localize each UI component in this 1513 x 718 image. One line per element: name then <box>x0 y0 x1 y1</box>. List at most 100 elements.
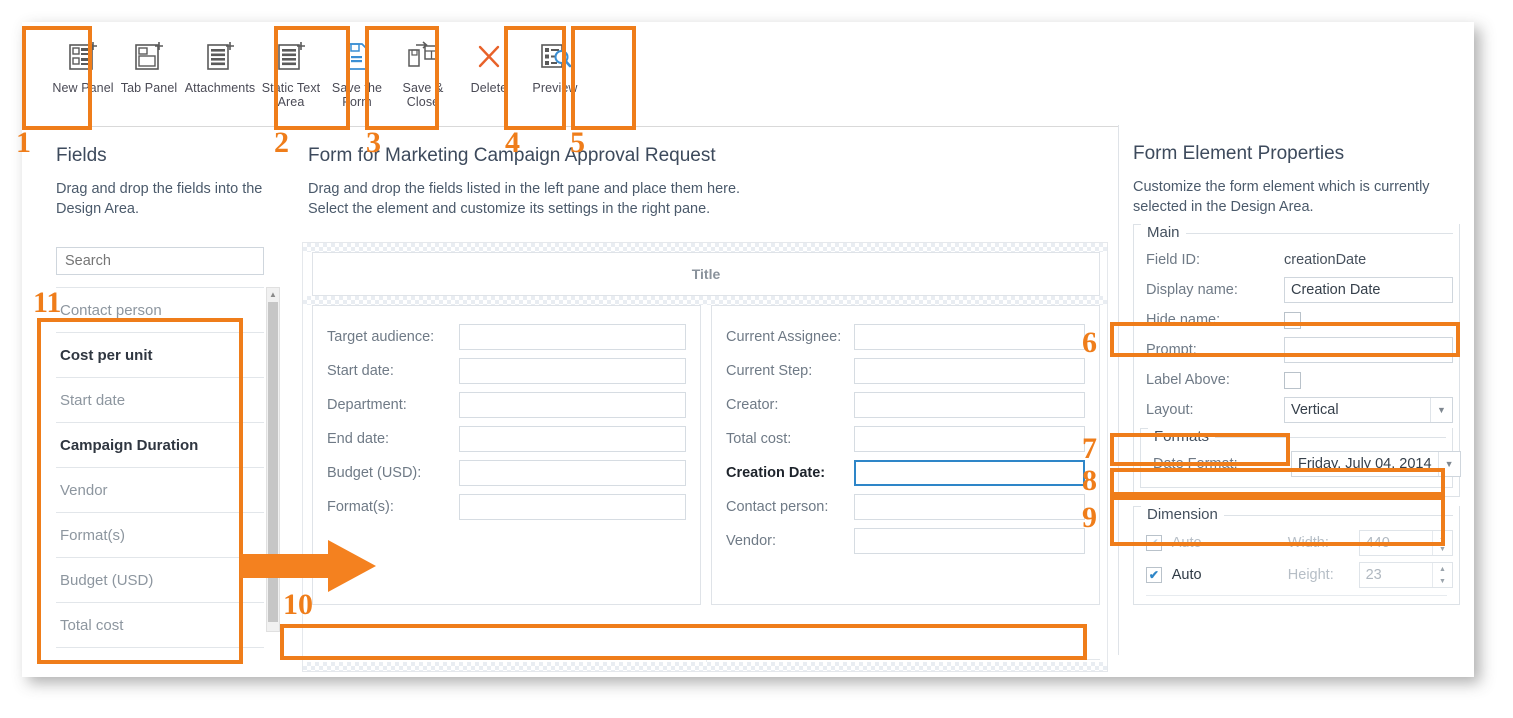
chevron-down-icon[interactable]: ▼ <box>1430 398 1452 422</box>
hide-name-checkbox[interactable] <box>1284 311 1301 329</box>
static-text-area-button[interactable]: Static Text Area <box>258 28 324 120</box>
form-field-input[interactable] <box>459 494 686 520</box>
form-field-row[interactable]: Current Assignee: <box>726 320 1085 354</box>
field-list-scrollbar[interactable]: ▲ <box>266 287 280 632</box>
form-field-input[interactable] <box>459 460 686 486</box>
chevron-down-icon[interactable]: ▼ <box>1437 452 1460 476</box>
group-corner <box>1140 428 1148 437</box>
form-field-row[interactable]: Current Step: <box>726 354 1085 388</box>
list-item[interactable]: Format(s) <box>56 513 264 558</box>
form-panel-right[interactable]: Current Assignee: Current Step: Creator: <box>711 305 1100 605</box>
form-field-input[interactable] <box>459 426 686 452</box>
width-auto-checkbox[interactable]: ✔ <box>1146 535 1162 551</box>
display-name-row: Display name: Creation Date <box>1140 275 1453 305</box>
search-input[interactable] <box>56 247 264 275</box>
form-field-row[interactable]: Budget (USD): <box>327 456 686 490</box>
new-panel-button[interactable]: New Panel <box>50 28 116 120</box>
height-auto-label: Auto <box>1171 567 1202 583</box>
form-panel-left[interactable]: Target audience: Start date: Department: <box>312 305 701 605</box>
tab-panel-button[interactable]: Tab Panel <box>116 28 182 120</box>
form-field-input[interactable] <box>459 358 686 384</box>
tab-panel-icon <box>134 36 164 76</box>
main-group-title: Main <box>1141 224 1186 241</box>
width-stepper[interactable]: 440 ▲ ▼ <box>1358 530 1453 556</box>
spinner-up-icon[interactable]: ▲ <box>1433 531 1452 543</box>
date-format-select[interactable]: Friday, July 04, 2014 ▼ <box>1291 451 1461 477</box>
form-field-row[interactable]: Start date: <box>327 354 686 388</box>
drop-zone-middle[interactable] <box>303 296 1107 305</box>
form-field-row[interactable]: Target audience: <box>327 320 686 354</box>
display-name-label: Display name: <box>1146 282 1238 298</box>
list-item[interactable]: Budget (USD) <box>56 558 264 603</box>
list-item[interactable]: Vendor <box>56 468 264 513</box>
spinner-up-icon[interactable]: ▲ <box>1433 563 1452 575</box>
field-item-label: Format(s) <box>60 526 125 544</box>
prompt-row: Prompt: <box>1140 335 1453 365</box>
field-item-label: Start date <box>60 391 126 409</box>
form-field-row[interactable]: Format(s): <box>327 490 686 524</box>
scroll-up-icon[interactable]: ▲ <box>267 288 279 301</box>
form-field-row[interactable]: Vendor: <box>726 524 1085 558</box>
save-and-close-button[interactable]: Save & Close <box>390 28 456 120</box>
date-format-label: Date Format: <box>1153 456 1238 472</box>
form-field-row[interactable]: Department: <box>327 388 686 422</box>
form-field-input[interactable] <box>854 358 1085 384</box>
form-field-label: End date: <box>327 431 390 447</box>
save-form-button[interactable]: Save the Form <box>324 28 390 120</box>
static-text-area-label: Static Text Area <box>261 81 321 109</box>
form-field-row[interactable]: End date: <box>327 422 686 456</box>
form-field-label: Vendor: <box>726 533 776 549</box>
form-field-input[interactable] <box>854 324 1085 350</box>
formats-group-header: Formats <box>1140 428 1446 445</box>
field-item-label: Contact person <box>60 301 162 319</box>
ribbon-toolbar: New Panel Tab Panel Attachments Static T… <box>22 22 1474 127</box>
spinner-down-icon[interactable]: ▼ <box>1433 543 1452 555</box>
spinner-down-icon[interactable]: ▼ <box>1433 575 1452 587</box>
delete-icon <box>474 36 504 76</box>
form-field-input[interactable] <box>459 392 686 418</box>
drop-zone-top[interactable] <box>303 243 1107 252</box>
field-list: Contact person Cost per unit Start date … <box>56 287 264 648</box>
form-field-input[interactable] <box>854 528 1085 554</box>
height-spinner-buttons[interactable]: ▲ ▼ <box>1432 563 1452 587</box>
form-field-input[interactable] <box>459 324 686 350</box>
design-pane-subtitle-1: Drag and drop the fields listed in the l… <box>308 181 741 197</box>
delete-button[interactable]: Delete <box>456 28 522 120</box>
form-field-label: Current Assignee: <box>726 329 842 345</box>
list-item[interactable]: Campaign Duration <box>56 423 264 468</box>
scrollbar-thumb[interactable] <box>268 302 278 622</box>
design-canvas[interactable]: Title Target audience: Start date: Depar… <box>302 242 1108 672</box>
hide-name-label: Hide name: <box>1146 312 1221 328</box>
form-field-input[interactable] <box>854 426 1085 452</box>
width-row: ✔ Auto Width: 440 ▲ ▼ <box>1140 527 1453 559</box>
form-field-input-selected[interactable] <box>854 460 1085 486</box>
form-field-row[interactable]: Total cost: <box>726 422 1085 456</box>
attachments-button[interactable]: Attachments <box>182 28 258 120</box>
height-stepper[interactable]: 23 ▲ ▼ <box>1358 562 1453 588</box>
form-field-label: Current Step: <box>726 363 813 379</box>
form-field-row-selected[interactable]: Creation Date: <box>726 456 1085 490</box>
layout-label: Layout: <box>1146 402 1194 418</box>
list-item[interactable]: Start date <box>56 378 264 423</box>
height-auto-checkbox[interactable]: ✔ <box>1146 567 1162 583</box>
field-list-container: Contact person Cost per unit Start date … <box>56 287 280 648</box>
width-spinner-buttons[interactable]: ▲ ▼ <box>1432 531 1452 555</box>
field-item-label: Budget (USD) <box>60 571 154 589</box>
list-item[interactable]: Contact person <box>56 288 264 333</box>
prompt-input[interactable] <box>1284 337 1453 363</box>
form-field-input[interactable] <box>854 392 1085 418</box>
form-field-row[interactable]: Creator: <box>726 388 1085 422</box>
form-field-row[interactable]: Contact person: <box>726 490 1085 524</box>
width-label: Width: <box>1287 535 1329 551</box>
drop-zone-bottom[interactable] <box>303 662 1107 671</box>
preview-button[interactable]: Preview <box>522 28 588 120</box>
list-item[interactable]: Cost per unit <box>56 333 264 378</box>
layout-select[interactable]: Vertical ▼ <box>1284 397 1453 423</box>
list-item[interactable]: Total cost <box>56 603 264 648</box>
label-above-checkbox[interactable] <box>1284 371 1301 389</box>
save-form-label: Save the Form <box>331 81 383 109</box>
form-field-input[interactable] <box>854 494 1085 520</box>
form-title-element[interactable]: Title <box>312 252 1100 296</box>
hide-name-row: Hide name: <box>1140 305 1453 335</box>
display-name-input[interactable]: Creation Date <box>1284 277 1453 303</box>
